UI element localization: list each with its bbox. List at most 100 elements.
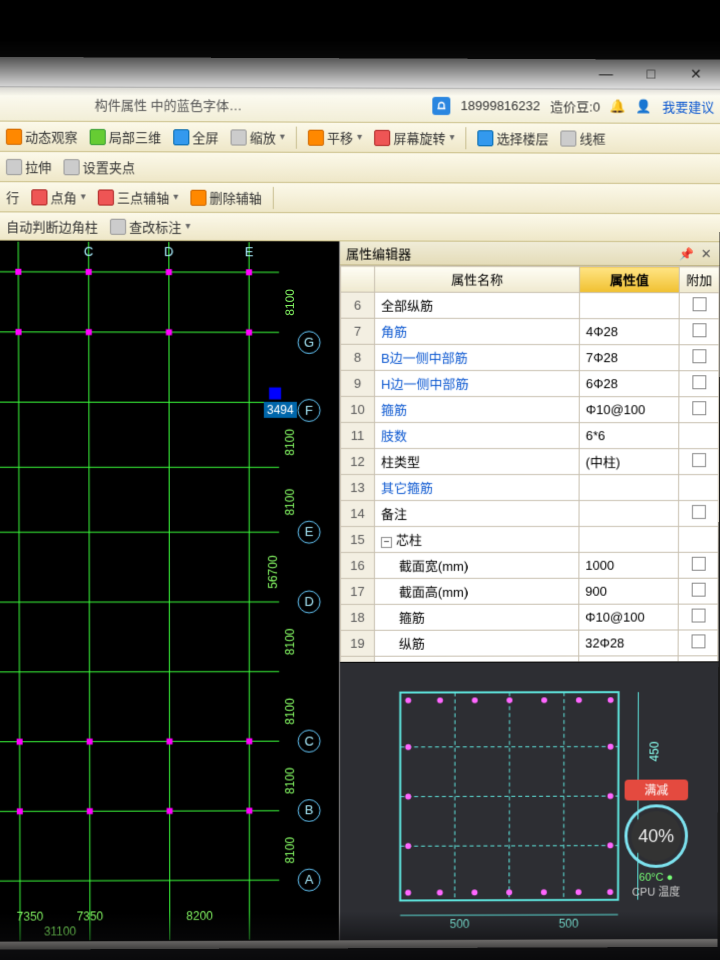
extra-checkbox-cell[interactable] <box>678 552 718 578</box>
extra-checkbox-cell[interactable] <box>678 526 718 552</box>
select-floor-button[interactable]: 选择楼层 <box>474 126 553 149</box>
property-name[interactable]: 全部纵筋 <box>375 292 580 318</box>
property-row[interactable]: 12柱类型(中柱) <box>341 448 719 474</box>
user-phone[interactable]: 18999816232 <box>461 98 541 113</box>
property-value[interactable]: 4Φ28 <box>579 319 679 345</box>
extra-checkbox-cell[interactable] <box>679 397 719 423</box>
credits-label[interactable]: 造价豆:0 <box>550 96 600 115</box>
feedback-icon[interactable]: 👤 <box>636 98 652 114</box>
property-value[interactable]: 900 <box>579 578 679 604</box>
property-name[interactable]: 柱类型 <box>375 448 580 474</box>
property-row[interactable]: 10箍筋Φ10@100 <box>341 396 719 422</box>
stretch-button[interactable]: 拉伸 <box>2 155 56 178</box>
property-value[interactable]: Φ10@100 <box>579 604 678 630</box>
property-row[interactable]: 16截面宽(mm)1000 <box>340 552 718 578</box>
property-name[interactable]: 截面高(mm) <box>374 578 578 604</box>
bell-icon[interactable]: 🔔 <box>610 98 626 114</box>
local-3d-button[interactable]: 局部三维 <box>86 125 166 148</box>
property-row[interactable]: 7角筋4Φ28 <box>341 318 719 345</box>
property-name[interactable]: 箍筋 <box>375 396 580 422</box>
property-name[interactable]: 截面宽(mm) <box>374 552 578 578</box>
wireframe-button[interactable]: 线框 <box>557 126 610 149</box>
property-row[interactable]: 13其它箍筋 <box>341 474 719 500</box>
checkbox-icon[interactable] <box>692 375 706 389</box>
panel-close-icon[interactable]: ✕ <box>701 246 712 262</box>
pin-icon[interactable]: 📌 <box>679 247 694 261</box>
minimize-button[interactable]: — <box>583 59 628 87</box>
fullscreen-button[interactable]: 全屏 <box>169 125 222 148</box>
property-value[interactable] <box>579 293 679 319</box>
property-name[interactable]: H边一侧中部筋 <box>375 370 580 396</box>
pan-button[interactable]: 平移▾ <box>304 126 366 149</box>
property-value[interactable]: 1000 <box>579 552 679 578</box>
col-name[interactable]: 属性名称 <box>375 266 580 292</box>
checkbox-icon[interactable] <box>692 349 706 363</box>
zoom-button[interactable]: 缩放▾ <box>227 125 289 148</box>
extra-checkbox-cell[interactable] <box>679 345 719 371</box>
checkbox-icon[interactable] <box>691 609 705 623</box>
property-name[interactable]: −芯柱 <box>374 526 579 552</box>
property-row[interactable]: 17截面高(mm)900 <box>340 578 718 604</box>
property-value[interactable]: 7Φ28 <box>579 345 679 371</box>
extra-checkbox-cell[interactable] <box>678 630 718 656</box>
col-extra[interactable]: 附加 <box>679 267 719 293</box>
auto-corner-col-button[interactable]: 自动判断边角柱 <box>2 214 102 237</box>
three-point-axis-button[interactable]: 三点辅轴▾ <box>94 185 183 208</box>
property-value[interactable] <box>579 475 679 501</box>
property-name[interactable]: 角筋 <box>375 318 580 344</box>
property-name[interactable]: 备注 <box>374 501 579 527</box>
set-grip-button[interactable]: 设置夹点 <box>59 155 139 178</box>
extra-checkbox-cell[interactable] <box>678 501 718 527</box>
property-table-wrap[interactable]: 属性名称 属性值 附加 6全部纵筋7角筋4Φ288B边一侧中部筋7Φ289H边一… <box>340 265 720 661</box>
checkbox-icon[interactable] <box>692 323 706 337</box>
maximize-button[interactable]: □ <box>628 59 673 87</box>
section-preview[interactable]: 450 450 500 500 满减 40% 60°C ● CPU 温度 <box>340 661 718 940</box>
property-name[interactable]: B边一侧中部筋 <box>375 344 580 370</box>
property-name[interactable]: 箍筋 <box>374 604 578 630</box>
property-name[interactable]: 纵筋 <box>374 630 578 656</box>
property-row[interactable]: 9H边一侧中部筋6Φ28 <box>341 370 719 396</box>
property-row[interactable]: 14备注 <box>340 500 718 526</box>
user-icon[interactable]: ⩍ <box>433 96 451 114</box>
close-button[interactable]: ✕ <box>673 60 718 88</box>
drawing-canvas[interactable]: G F E D C B A C D E 8100 8100 8100 56700… <box>0 241 340 942</box>
property-value[interactable]: 6*6 <box>579 423 679 449</box>
checkbox-icon[interactable] <box>692 453 706 467</box>
property-value[interactable]: 6Φ28 <box>579 371 679 397</box>
col-rownum[interactable] <box>341 266 375 292</box>
property-row[interactable]: 11肢数6*6 <box>341 422 719 448</box>
property-row[interactable]: 15−芯柱 <box>340 526 718 552</box>
property-name[interactable]: 肢数 <box>375 422 580 448</box>
check-annot-button[interactable]: 查改标注▾ <box>106 215 195 238</box>
extra-checkbox-cell[interactable] <box>679 475 719 501</box>
system-monitor-overlay[interactable]: 满减 40% 60°C ● CPU 温度 <box>624 780 688 900</box>
row-button[interactable]: 行 <box>2 185 23 208</box>
property-row[interactable]: 19纵筋32Φ28 <box>340 630 717 656</box>
promo-chip[interactable]: 满减 <box>625 780 689 801</box>
extra-checkbox-cell[interactable] <box>679 449 719 475</box>
collapse-icon[interactable]: − <box>381 537 392 548</box>
extra-checkbox-cell[interactable] <box>678 604 718 630</box>
checkbox-icon[interactable] <box>691 557 705 571</box>
property-value[interactable]: Φ10@100 <box>579 397 679 423</box>
property-name[interactable]: 其它箍筋 <box>374 475 579 501</box>
extra-checkbox-cell[interactable] <box>679 371 719 397</box>
extra-checkbox-cell[interactable] <box>679 423 719 449</box>
checkbox-icon[interactable] <box>692 401 706 415</box>
extra-checkbox-cell[interactable] <box>679 293 719 319</box>
panel-header[interactable]: 属性编辑器 📌 ✕ <box>340 241 720 266</box>
extra-checkbox-cell[interactable] <box>679 319 719 345</box>
property-value[interactable] <box>579 526 679 552</box>
delete-axis-button[interactable]: 删除辅轴 <box>186 186 265 209</box>
property-value[interactable] <box>579 501 679 527</box>
screen-rotate-button[interactable]: 屏幕旋转▾ <box>370 126 458 149</box>
checkbox-icon[interactable] <box>691 634 705 648</box>
extra-checkbox-cell[interactable] <box>678 578 718 604</box>
property-value[interactable]: 32Φ28 <box>579 630 678 656</box>
checkbox-icon[interactable] <box>692 297 706 311</box>
property-row[interactable]: 8B边一侧中部筋7Φ28 <box>341 344 719 371</box>
dyn-observe-button[interactable]: 动态观察 <box>2 125 82 148</box>
checkbox-icon[interactable] <box>691 583 705 597</box>
checkbox-icon[interactable] <box>691 505 705 519</box>
property-row[interactable]: 18箍筋Φ10@100 <box>340 604 717 630</box>
